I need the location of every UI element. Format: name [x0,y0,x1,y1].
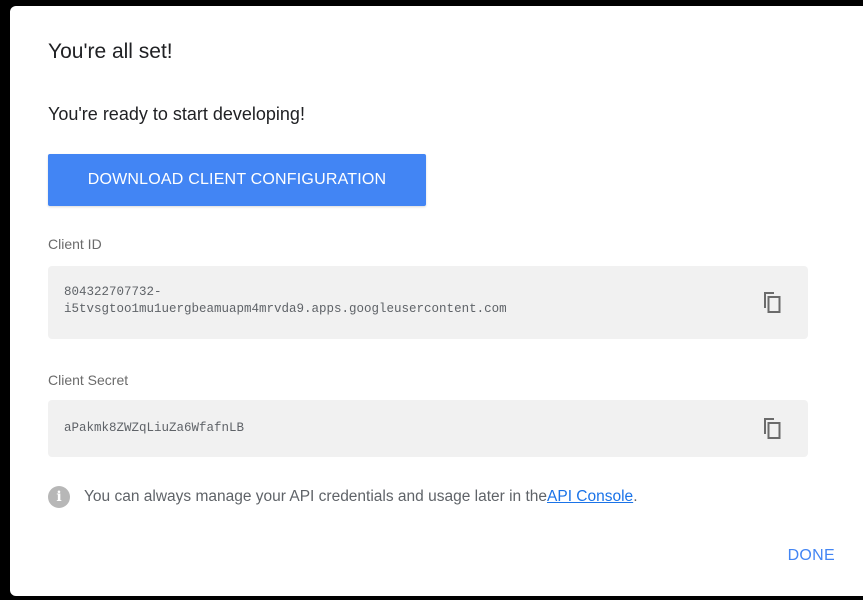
api-console-link[interactable]: API Console [547,488,633,506]
setup-complete-dialog: You're all set! You're ready to start de… [10,6,863,596]
info-icon: i [48,486,70,508]
client-id-label: Client ID [48,236,102,252]
info-message: i You can always manage your API credent… [48,486,638,508]
client-id-value[interactable]: 804322707732- i5tvsgtoo1mu1uergbeamuapm4… [64,284,507,318]
download-client-configuration-button[interactable]: DOWNLOAD CLIENT CONFIGURATION [48,154,426,206]
client-secret-field: aPakmk8ZWZqLiuZa6WfafnLB [48,400,808,457]
done-button[interactable]: DONE [788,547,835,565]
copy-icon[interactable] [760,417,782,441]
dialog-subtitle: You're ready to start developing! [48,104,305,124]
client-id-value-line1: 804322707732- [64,285,162,299]
info-text: You can always manage your API credentia… [84,488,548,505]
client-secret-value[interactable]: aPakmk8ZWZqLiuZa6WfafnLB [64,420,244,437]
client-secret-label: Client Secret [48,372,129,388]
copy-icon[interactable] [760,291,782,315]
dialog-title: You're all set! [48,40,173,63]
client-id-field: 804322707732- i5tvsgtoo1mu1uergbeamuapm4… [48,266,808,339]
client-id-value-line2: i5tvsgtoo1mu1uergbeamuapm4mrvda9.apps.go… [64,302,507,316]
info-period: . [633,488,638,505]
